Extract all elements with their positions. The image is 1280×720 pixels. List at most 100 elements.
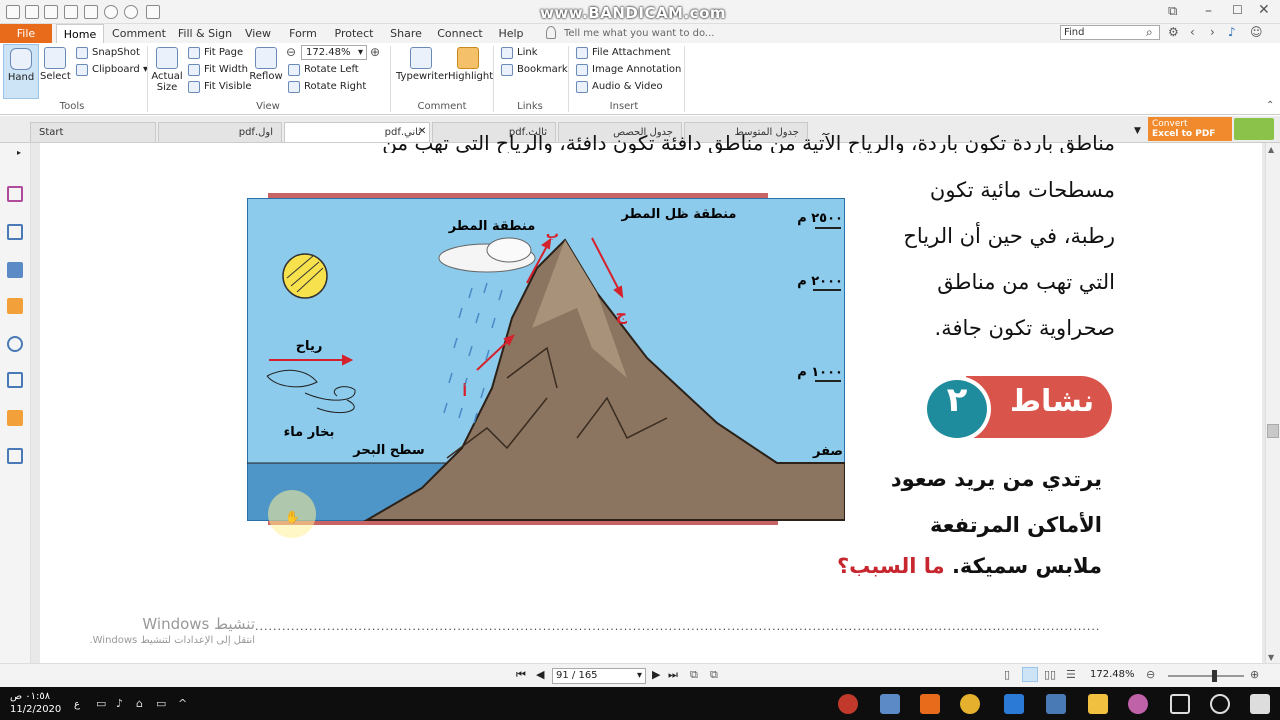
zoom-in-icon[interactable]: ⊕ <box>370 45 380 59</box>
search-icon[interactable]: ⌕ <box>1146 25 1153 40</box>
single-page-icon[interactable]: ▯ <box>1004 668 1010 681</box>
file-explorer-icon[interactable] <box>1088 694 1108 714</box>
task-view-icon[interactable] <box>1170 694 1190 714</box>
window-app-icon[interactable] <box>880 694 900 714</box>
fit-visible-button[interactable]: Fit Visible <box>188 79 252 95</box>
tab-home[interactable]: Home <box>56 24 104 43</box>
language-indicator[interactable]: ع <box>74 699 80 710</box>
app-icon-pink[interactable] <box>1128 694 1148 714</box>
clipboard-button[interactable]: Clipboard ▾ <box>76 62 148 78</box>
reflow-button[interactable]: Reflow <box>248 44 284 99</box>
select-button[interactable]: Select <box>40 44 71 99</box>
foxit-icon[interactable] <box>920 694 940 714</box>
image-annotation-button[interactable]: Image Annotation <box>576 62 681 78</box>
signature-icon[interactable] <box>7 448 23 464</box>
tab-fill-sign[interactable]: Fill & Sign <box>176 24 234 43</box>
facing-page-icon[interactable]: ▯▯ <box>1044 668 1056 681</box>
vertical-scrollbar[interactable] <box>1265 143 1280 663</box>
audio-video-button[interactable]: Audio & Video <box>576 79 663 95</box>
zoom-in-status-icon[interactable]: ⊕ <box>1250 668 1259 681</box>
bookmark-button[interactable]: Bookmark <box>501 62 568 78</box>
actual-size-button[interactable]: Actual Size <box>150 44 184 99</box>
rotate-right-button[interactable]: Rotate Right <box>288 79 366 95</box>
zoom-slider-thumb[interactable] <box>1212 670 1217 682</box>
network-icon[interactable]: ⌂ <box>136 697 143 710</box>
next-page-icon[interactable]: ▶ <box>652 668 660 681</box>
print-icon[interactable] <box>64 5 78 19</box>
page-thumbnails-icon[interactable] <box>7 186 23 202</box>
zoom-out-icon[interactable]: ⊖ <box>286 45 296 59</box>
continuous-page-icon[interactable] <box>1022 667 1038 682</box>
redo-icon[interactable] <box>124 5 138 19</box>
stack-icon[interactable] <box>7 262 23 278</box>
restore-icon[interactable]: ⧉ <box>1168 4 1177 19</box>
find-input[interactable]: Find <box>1060 25 1160 40</box>
notification-icon[interactable]: ▭ <box>96 697 106 710</box>
file-attachment-button[interactable]: File Attachment <box>576 45 671 61</box>
link-button[interactable]: Link <box>501 45 537 61</box>
open-icon[interactable] <box>25 5 39 19</box>
snapshot-button[interactable]: SnapShot <box>76 45 140 61</box>
attachment-panel-icon[interactable] <box>7 336 23 352</box>
gear-icon[interactable]: ⚙ <box>1168 25 1179 39</box>
scroll-down-icon[interactable]: ▼ <box>1268 653 1274 662</box>
collapse-ribbon-icon[interactable]: ⌃ <box>1266 100 1274 111</box>
scroll-up-icon[interactable]: ▲ <box>1268 145 1274 154</box>
volume-icon[interactable]: ♪ <box>116 697 123 710</box>
expand-panel-icon[interactable]: ▸ <box>17 148 21 157</box>
comments-icon[interactable] <box>7 298 23 314</box>
user-icon[interactable]: ☺ <box>1250 25 1263 39</box>
highlight-button[interactable]: Highlight <box>448 44 493 99</box>
tab-help[interactable]: Help <box>494 24 528 43</box>
record-icon[interactable] <box>838 694 858 714</box>
last-page-icon[interactable]: ⏭ <box>668 668 678 682</box>
bell-icon[interactable]: ♪ <box>1228 25 1236 39</box>
tab-connect[interactable]: Connect <box>436 24 484 43</box>
fit-width-button[interactable]: Fit Width <box>188 62 248 78</box>
battery-icon[interactable]: ▭ <box>156 697 166 710</box>
zoom-select[interactable]: 172.48% ▾ <box>301 45 367 60</box>
hand-tool-quick-icon[interactable] <box>146 5 160 19</box>
first-page-icon[interactable]: ⏮ <box>516 668 526 682</box>
scrollbar-thumb[interactable] <box>1267 424 1279 438</box>
tab-form[interactable]: Form <box>284 24 322 43</box>
file-menu[interactable]: File <box>0 24 52 43</box>
typewriter-button[interactable]: Typewriter <box>396 44 448 99</box>
tab-list-dropdown-icon[interactable]: ▼ <box>1134 126 1141 136</box>
clock[interactable]: ٠١:٥٨ ص 11/2/2020 <box>10 690 61 716</box>
forward-icon[interactable]: › <box>1210 25 1215 39</box>
tab-share[interactable]: Share <box>386 24 426 43</box>
tab-comment[interactable]: Comment <box>110 24 168 43</box>
hand-button[interactable]: Hand <box>3 44 39 99</box>
back-icon[interactable]: ‹ <box>1190 25 1195 39</box>
minimize-icon[interactable]: – <box>1205 3 1212 19</box>
save-icon[interactable] <box>44 5 58 19</box>
chrome-icon[interactable] <box>960 694 980 714</box>
calendar-icon[interactable] <box>1046 694 1066 714</box>
zoom-out-status-icon[interactable]: ⊖ <box>1146 668 1155 681</box>
page-number-input[interactable]: 91 / 165 ▾ <box>552 668 646 684</box>
lock-icon[interactable] <box>7 410 23 426</box>
page-view-icon[interactable]: ⧉ <box>690 668 698 682</box>
zoom-slider[interactable] <box>1168 675 1244 677</box>
edge-icon[interactable] <box>1004 694 1024 714</box>
close-icon[interactable]: ✕ <box>1258 2 1270 18</box>
window-icon[interactable] <box>84 5 98 19</box>
convert-excel-banner[interactable]: Convert Excel to PDF <box>1148 117 1232 141</box>
tray-chevron-icon[interactable]: ^ <box>178 697 187 710</box>
tab-start[interactable]: Start <box>30 122 156 142</box>
prev-page-icon[interactable]: ◀ <box>536 668 544 681</box>
security-panel-icon[interactable] <box>7 372 23 388</box>
search-taskbar-icon[interactable] <box>1210 694 1230 714</box>
spread-view-icon[interactable]: ⧉ <box>710 668 718 682</box>
continuous-facing-icon[interactable]: ☰ <box>1066 668 1076 681</box>
undo-icon[interactable] <box>104 5 118 19</box>
maximize-icon[interactable]: ☐ <box>1232 3 1243 17</box>
tab-view[interactable]: View <box>240 24 276 43</box>
tell-me-input[interactable]: Tell me what you want to do... <box>564 24 714 43</box>
rotate-left-button[interactable]: Rotate Left <box>288 62 359 78</box>
fit-page-button[interactable]: Fit Page <box>188 45 243 61</box>
excel-icon[interactable] <box>1234 118 1274 140</box>
layers-icon[interactable] <box>7 224 23 240</box>
start-icon[interactable] <box>1250 694 1270 714</box>
